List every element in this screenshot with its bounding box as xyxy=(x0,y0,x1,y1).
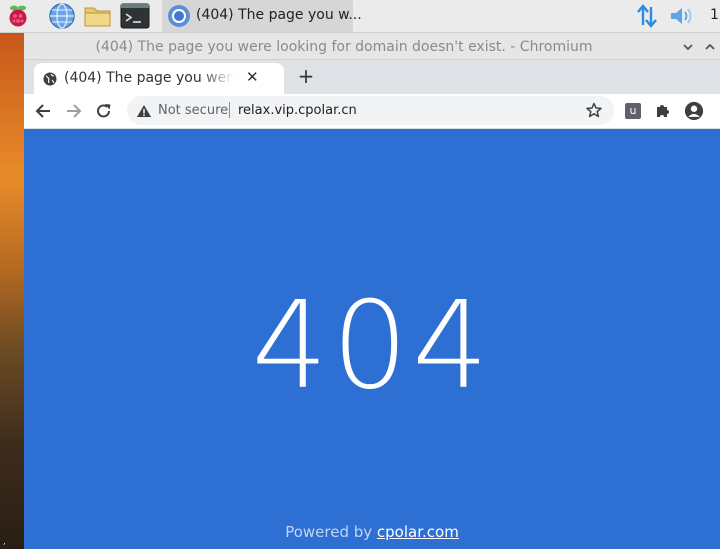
tab-close-icon[interactable]: ✕ xyxy=(246,68,259,86)
warning-icon[interactable] xyxy=(136,103,152,117)
desktop-wallpaper: , xyxy=(0,33,24,549)
cpolar-link[interactable]: cpolar.com xyxy=(377,523,459,541)
reload-icon[interactable] xyxy=(93,100,115,122)
chromium-icon xyxy=(167,4,191,28)
network-arrows-icon[interactable] xyxy=(632,1,662,31)
globe-icon xyxy=(43,71,57,86)
extension-badge-label: u xyxy=(625,103,641,119)
taskbar-task-label: (404) The page you w... xyxy=(196,7,362,23)
address-bar[interactable]: Not secure relax.vip.cpolar.cn xyxy=(127,96,614,125)
clock-text: 1 xyxy=(710,7,719,23)
address-separator xyxy=(229,102,230,118)
file-manager-icon[interactable] xyxy=(83,1,113,31)
new-tab-button[interactable]: + xyxy=(294,64,318,88)
window-titlebar[interactable]: (404) The page you were looking for doma… xyxy=(24,33,720,60)
maximize-icon[interactable] xyxy=(703,39,717,53)
powered-by-footer: Powered by cpolar.com xyxy=(24,523,720,541)
extension-badge-icon[interactable]: u xyxy=(623,101,643,121)
profile-avatar-icon[interactable] xyxy=(684,101,704,121)
tab-title: (404) The page you were looking for doma… xyxy=(64,70,234,86)
url-text[interactable]: relax.vip.cpolar.cn xyxy=(238,103,357,118)
raspberry-menu-icon[interactable] xyxy=(3,1,33,31)
tab-active[interactable]: (404) The page you were looking for doma… xyxy=(34,63,284,94)
extensions-puzzle-icon[interactable] xyxy=(653,101,673,121)
taskbar-chromium-task[interactable]: (404) The page you w... xyxy=(162,0,362,32)
terminal-icon[interactable] xyxy=(120,1,150,31)
desktop-edge-glyph: , xyxy=(3,537,6,547)
minimize-icon[interactable] xyxy=(681,39,695,53)
powered-by-prefix: Powered by xyxy=(285,523,377,541)
web-browser-icon[interactable] xyxy=(47,1,77,31)
page-content: 404 Powered by cpolar.com xyxy=(24,129,720,549)
security-label[interactable]: Not secure xyxy=(158,103,228,118)
browser-toolbar: Not secure relax.vip.cpolar.cn u xyxy=(24,94,720,129)
error-code-heading: 404 xyxy=(251,277,493,416)
window-title: (404) The page you were looking for doma… xyxy=(95,39,593,55)
back-icon[interactable] xyxy=(32,100,54,122)
forward-icon[interactable] xyxy=(63,100,85,122)
bookmark-star-icon[interactable] xyxy=(586,102,602,118)
volume-icon[interactable] xyxy=(667,1,697,31)
taskbar: (404) The page you w... 1 xyxy=(0,0,720,33)
tab-strip: (404) The page you were looking for doma… xyxy=(24,60,720,94)
